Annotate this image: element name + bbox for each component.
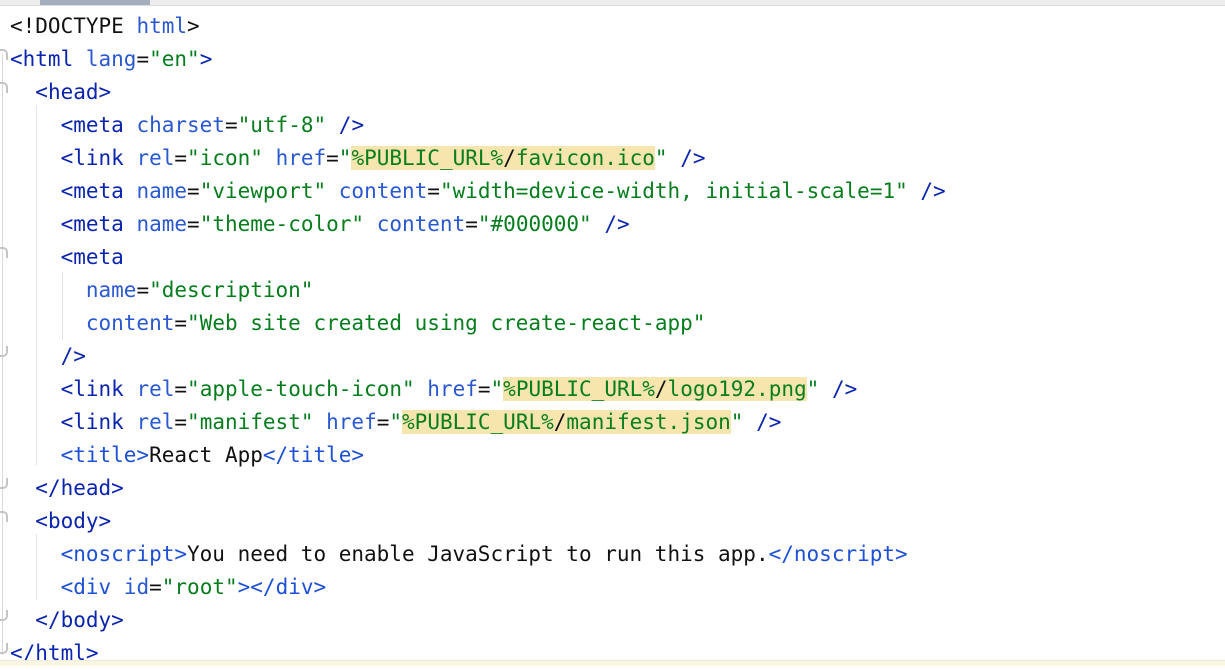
code-line[interactable]: <link rel="manifest" href="%PUBLIC_URL%/… <box>10 406 946 439</box>
fold-marker-start-icon[interactable] <box>0 511 8 522</box>
code-line[interactable]: <link rel="apple-touch-icon" href="%PUBL… <box>10 373 946 406</box>
code-line[interactable]: <link rel="icon" href="%PUBLIC_URL%/favi… <box>10 142 946 175</box>
code-line[interactable]: <meta name="viewport" content="width=dev… <box>10 175 946 208</box>
code-line[interactable]: <html lang="en"> <box>10 43 946 76</box>
code-line[interactable]: </body> <box>10 604 946 637</box>
fold-marker-end-icon[interactable] <box>0 346 8 357</box>
fold-marker-start-icon[interactable] <box>0 247 8 258</box>
horizontal-scrollbar-thumb[interactable] <box>40 0 150 5</box>
code-line[interactable]: <meta charset="utf-8" /> <box>10 109 946 142</box>
fold-marker-end-icon[interactable] <box>0 610 8 621</box>
bottom-panel-edge <box>0 660 1225 666</box>
code-line[interactable]: /> <box>10 340 946 373</box>
code-line[interactable]: content="Web site created using create-r… <box>10 307 946 340</box>
code-line[interactable]: <meta name="theme-color" content="#00000… <box>10 208 946 241</box>
code-line[interactable]: <noscript>You need to enable JavaScript … <box>10 538 946 571</box>
horizontal-scrollbar-track[interactable] <box>0 0 1225 6</box>
code-line[interactable]: <title>React App</title> <box>10 439 946 472</box>
fold-marker-end-icon[interactable] <box>0 643 8 654</box>
code-line[interactable]: <body> <box>10 505 946 538</box>
code-line[interactable]: <!DOCTYPE html> <box>10 10 946 43</box>
code-line[interactable]: </head> <box>10 472 946 505</box>
code-line[interactable]: <meta <box>10 241 946 274</box>
code-editor[interactable]: <!DOCTYPE html><html lang="en"> <head> <… <box>10 10 946 670</box>
code-line[interactable]: <head> <box>10 76 946 109</box>
code-line[interactable]: name="description" <box>10 274 946 307</box>
code-line[interactable]: <div id="root"></div> <box>10 571 946 604</box>
fold-marker-start-icon[interactable] <box>0 82 8 93</box>
fold-marker-start-icon[interactable] <box>0 49 8 60</box>
fold-marker-end-icon[interactable] <box>0 478 8 489</box>
